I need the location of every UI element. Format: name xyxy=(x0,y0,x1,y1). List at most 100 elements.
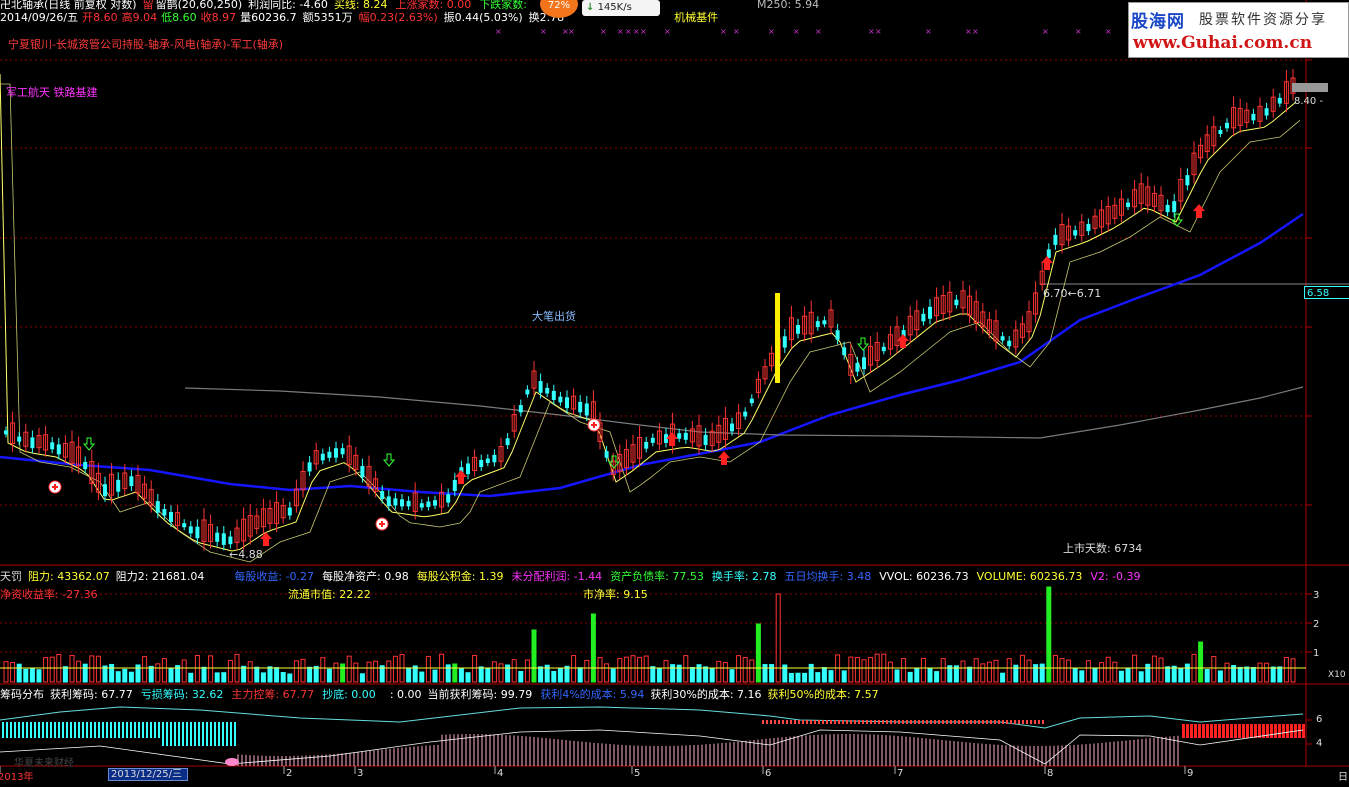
candle-body xyxy=(796,324,800,334)
volume-bar xyxy=(89,655,95,683)
chip-bar xyxy=(986,720,988,724)
volume-bar xyxy=(161,658,167,683)
ma60-line xyxy=(0,212,1304,498)
candle-body xyxy=(169,512,173,522)
stock-profile: 宁夏银川-长城资管公司持股-轴承-风电(轴承)-军工(轴承) xyxy=(8,38,284,51)
candle-body xyxy=(525,389,530,395)
volume-bar xyxy=(538,666,544,683)
buy-arrow-icon xyxy=(718,451,730,465)
volume-bar xyxy=(432,669,438,683)
chip-bar xyxy=(138,722,140,738)
top-marker: × xyxy=(625,27,632,36)
chip_row-9: 获利50%的成本: 7.57 xyxy=(767,688,879,701)
volume-bar xyxy=(326,668,332,683)
chip-bar xyxy=(998,720,1000,724)
candle-body xyxy=(182,523,187,528)
header.line1-7: M250: 5.94 xyxy=(756,0,820,11)
pb-value: 市净率: 9.15 xyxy=(583,588,648,601)
volume-bar xyxy=(10,661,16,683)
volume-bar xyxy=(584,659,590,683)
chip-bar xyxy=(142,722,144,738)
volume-bar xyxy=(1277,666,1283,683)
chip-bar xyxy=(862,720,864,724)
volume-bar xyxy=(386,660,392,683)
indicator_row1-1: 阻力: 43362.07 xyxy=(28,570,110,583)
volume-bar xyxy=(564,665,570,683)
volume-bar xyxy=(802,672,808,683)
candle-body xyxy=(56,444,61,455)
cursor-date[interactable]: 2013/12/25/三 xyxy=(108,768,188,781)
candle-body xyxy=(334,448,338,458)
candle-body xyxy=(446,494,451,503)
volume-bar xyxy=(1019,654,1025,683)
chip-bar xyxy=(878,720,880,724)
price-chart[interactable]: × × × × × × × × × × × × × × × × × × × × × × × xyxy=(0,0,1349,787)
chip-bar xyxy=(174,722,176,746)
volume-bar xyxy=(1244,666,1250,683)
volume-bar xyxy=(267,666,273,683)
volume-bar xyxy=(630,655,636,683)
volume-bar xyxy=(49,656,55,683)
top-marker: × xyxy=(768,27,775,36)
sell-arrow-icon xyxy=(382,453,396,467)
candle-body xyxy=(30,437,35,449)
time-axis-right: 日 xyxy=(1338,772,1348,783)
chip-bar xyxy=(990,720,992,724)
chip-bar xyxy=(1034,720,1036,724)
candle-body xyxy=(1086,223,1091,232)
volume-bar xyxy=(214,672,220,683)
volume-bar xyxy=(1033,664,1039,683)
volume-bar xyxy=(604,663,610,683)
buy-arrow-icon xyxy=(666,432,678,446)
chip-bar xyxy=(42,722,44,738)
volume-bar xyxy=(69,655,75,683)
volume-bar xyxy=(1178,667,1184,683)
candle-body xyxy=(730,423,734,432)
candle-body xyxy=(419,503,424,508)
chip-bar xyxy=(1022,720,1024,724)
chip-bar xyxy=(22,722,24,738)
current-price-marker: 6.58 xyxy=(1304,286,1349,299)
chip-bar xyxy=(794,720,796,724)
chip-bar xyxy=(954,720,956,724)
chip-bar xyxy=(218,722,220,746)
volume-bar xyxy=(1158,657,1164,683)
candle-body xyxy=(584,403,589,416)
indicator_row1-12: V2: -0.39 xyxy=(1090,570,1141,583)
volume-bar xyxy=(775,593,781,683)
sector-tags[interactable]: 军工航天 铁路基建 xyxy=(6,84,98,100)
candle-body xyxy=(518,405,523,413)
time-axis-label: 7 xyxy=(897,768,904,779)
volume-bar xyxy=(650,666,656,683)
chip-bar xyxy=(982,720,984,724)
vol-axis-1: 1 xyxy=(1313,648,1320,659)
chip-bar xyxy=(922,720,924,724)
chip-bar xyxy=(190,722,192,746)
volume-bar xyxy=(788,672,794,683)
volume-bar xyxy=(1224,662,1230,683)
chip-bar xyxy=(130,722,132,738)
time-axis-label: 6 xyxy=(765,768,772,779)
volume-bar xyxy=(696,664,702,683)
volume-bar xyxy=(95,655,101,683)
chip-bar xyxy=(198,722,200,746)
candle-body xyxy=(195,526,200,539)
candle-body xyxy=(545,387,550,394)
chip-bar xyxy=(846,720,848,724)
volume-bar xyxy=(1290,658,1296,683)
time-axis-label: 4 xyxy=(497,768,504,779)
net-speed-widget[interactable]: ↓ 145K/s xyxy=(582,0,660,16)
header.line2-3: 低8.60 xyxy=(161,11,197,24)
candle-body xyxy=(749,398,754,404)
volume-bar xyxy=(907,671,913,683)
chip-bar xyxy=(830,720,832,724)
candle-body xyxy=(565,397,569,409)
top-marker: × xyxy=(540,27,547,36)
candle-body xyxy=(822,320,827,325)
candle-body xyxy=(433,500,437,506)
volume-bar xyxy=(940,658,946,683)
chip-bar xyxy=(842,720,844,724)
indicator_row1-2: 阻力2: 21681.04 xyxy=(115,570,205,583)
candle-body xyxy=(162,509,167,516)
chip-bar xyxy=(162,722,164,746)
